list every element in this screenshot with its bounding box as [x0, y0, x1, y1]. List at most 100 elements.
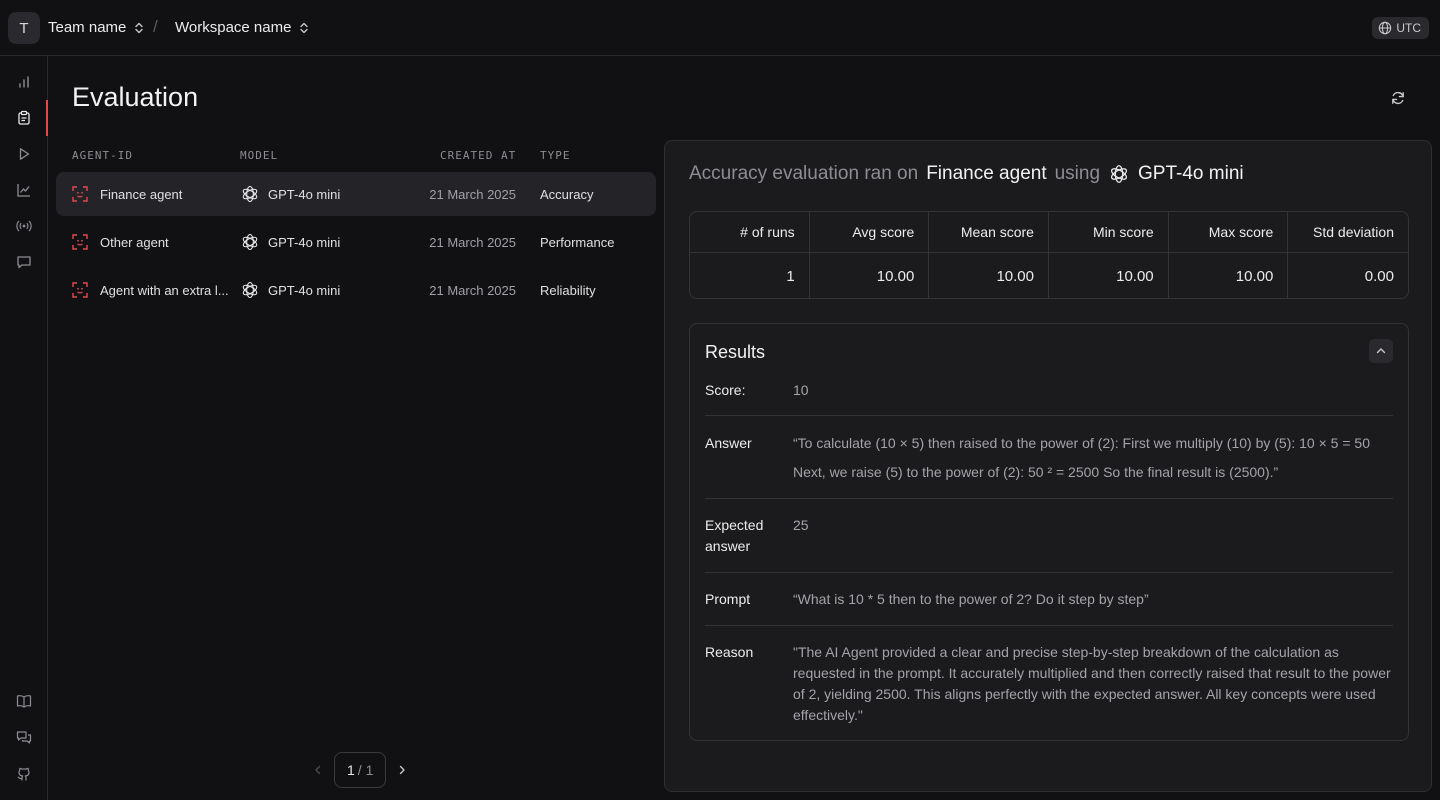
openai-icon — [1111, 165, 1128, 183]
globe-icon — [1379, 21, 1392, 35]
stats-value: 0.00 — [1364, 267, 1394, 285]
team-avatar[interactable]: T — [8, 12, 40, 44]
sidebar-item-sessions[interactable] — [12, 250, 36, 274]
openai-icon — [242, 185, 258, 203]
agent-icon — [72, 186, 88, 202]
next-page-button[interactable] — [390, 752, 414, 788]
score-value: 10 — [793, 382, 809, 398]
eval-type: Reliability — [540, 282, 596, 298]
pagination: 1 / 1 — [306, 752, 414, 788]
eval-type: Accuracy — [540, 186, 594, 202]
top-bar: T Team name / Workspace name UTC — [0, 0, 1440, 56]
page-title: Evaluation — [72, 82, 199, 112]
column-header-model: MODEL — [240, 149, 279, 162]
result-score-row: Score: 10 — [705, 380, 1393, 416]
stats-value: 10.00 — [810, 253, 930, 298]
agent-icon — [72, 282, 88, 298]
stats-header: # of runs — [690, 212, 810, 253]
sidebar-item-dashboard[interactable] — [12, 70, 36, 94]
reason-value: "The AI Agent provided a clear and preci… — [793, 644, 1391, 723]
page-indicator[interactable]: 1 / 1 — [334, 752, 387, 788]
breadcrumb-separator: / — [153, 17, 158, 36]
results-title: Results — [705, 342, 766, 362]
play-icon — [19, 148, 30, 160]
result-expected-row: Expected answer 25 — [705, 515, 1393, 573]
line-chart-icon — [17, 184, 30, 197]
created-at: 21 March 2025 — [429, 282, 516, 298]
score-label: Score: — [705, 382, 746, 398]
eval-type: Performance — [540, 234, 615, 250]
table-row[interactable]: Other agent GPT-4o mini 21 March 2025 Pe… — [56, 220, 656, 264]
bar-chart-icon — [19, 76, 29, 88]
collapse-results-button[interactable] — [1369, 339, 1393, 363]
sidebar-item-github[interactable] — [12, 762, 36, 786]
stats-header: Min score — [1048, 212, 1169, 253]
detail-heading: Accuracy evaluation ran on Finance agent… — [689, 163, 1252, 185]
chevron-up-down-icon — [300, 22, 309, 33]
current-page: 1 — [347, 762, 355, 778]
team-switcher[interactable]: Team name — [48, 19, 144, 36]
chevron-right-icon — [400, 765, 406, 775]
sidebar-item-playground[interactable] — [12, 142, 36, 166]
timezone-badge[interactable]: UTC — [1372, 17, 1429, 39]
model-name: GPT-4o mini — [268, 282, 341, 298]
chevron-up-icon — [1376, 348, 1386, 354]
agent-name: Other agent — [100, 234, 169, 250]
stats-header: Std deviation — [1288, 212, 1408, 253]
team-name: Team name — [48, 19, 127, 36]
sidebar-item-evaluation[interactable] — [12, 106, 36, 130]
expected-answer-value: 25 — [793, 517, 809, 533]
book-icon — [16, 695, 32, 708]
workspace-name: Workspace name — [175, 19, 292, 36]
prompt-value: “What is 10 * 5 then to the power of 2? … — [793, 591, 1149, 607]
answer-value: “To calculate (10 × 5) then raised to th… — [793, 435, 1370, 480]
created-at: 21 March 2025 — [429, 234, 516, 250]
expected-answer-label: Expected answer — [705, 517, 764, 554]
heading-model: GPT-4o mini — [1138, 163, 1244, 184]
evaluation-detail-panel: Accuracy evaluation ran on Finance agent… — [664, 140, 1432, 792]
model-name: GPT-4o mini — [268, 234, 341, 250]
result-reason-row: Reason "The AI Agent provided a clear an… — [705, 642, 1393, 730]
column-header-type: TYPE — [540, 149, 571, 162]
result-answer-row: Answer “To calculate (10 × 5) then raise… — [705, 433, 1393, 499]
column-header-agent-id: AGENT-ID — [72, 149, 133, 162]
agent-name: Agent with an extra l... — [100, 282, 229, 298]
answer-label: Answer — [705, 435, 752, 451]
chat-bubbles-icon — [16, 731, 32, 744]
stats-header: Max score — [1168, 212, 1289, 253]
agent-name: Finance agent — [100, 186, 183, 202]
sidebar-item-metrics[interactable] — [12, 178, 36, 202]
agent-icon — [72, 234, 88, 250]
openai-icon — [242, 233, 258, 251]
chevron-left-icon — [315, 765, 321, 775]
stats-value: 10.00 — [1049, 253, 1169, 298]
total-pages: / 1 — [357, 762, 374, 778]
stats-value: 10.00 — [929, 253, 1049, 298]
broadcast-icon — [16, 220, 32, 232]
results-card: Results Score: 10 Answer “To calculate (… — [689, 323, 1409, 741]
table-row[interactable]: Finance agent GPT-4o mini 21 March 2025 … — [56, 172, 656, 216]
stats-table: # of runs Avg score Mean score Min score… — [689, 211, 1409, 299]
sidebar-item-feedback[interactable] — [12, 726, 36, 750]
timezone-label: UTC — [1396, 21, 1421, 35]
message-icon — [17, 256, 31, 269]
workspace-switcher[interactable]: Workspace name — [175, 19, 309, 36]
result-prompt-row: Prompt “What is 10 * 5 then to the power… — [705, 589, 1393, 626]
table-row[interactable]: Agent with an extra l... GPT-4o mini 21 … — [56, 268, 656, 312]
refresh-icon — [1392, 91, 1404, 105]
stats-header: Mean score — [929, 212, 1049, 253]
heading-agent: Finance agent — [926, 163, 1047, 184]
sidebar-item-monitoring[interactable] — [12, 214, 36, 238]
github-icon — [17, 767, 30, 781]
sidebar-active-indicator — [46, 100, 48, 136]
heading-mid: using — [1054, 163, 1101, 184]
column-header-created-at: CREATED AT — [440, 149, 517, 162]
sidebar — [0, 56, 48, 800]
reason-label: Reason — [705, 644, 754, 660]
prev-page-button[interactable] — [306, 752, 330, 788]
clipboard-icon — [18, 110, 30, 125]
sidebar-item-docs[interactable] — [12, 689, 36, 713]
created-at: 21 March 2025 — [429, 186, 516, 202]
stats-header: Avg score — [809, 212, 930, 253]
refresh-button[interactable] — [1386, 86, 1410, 110]
